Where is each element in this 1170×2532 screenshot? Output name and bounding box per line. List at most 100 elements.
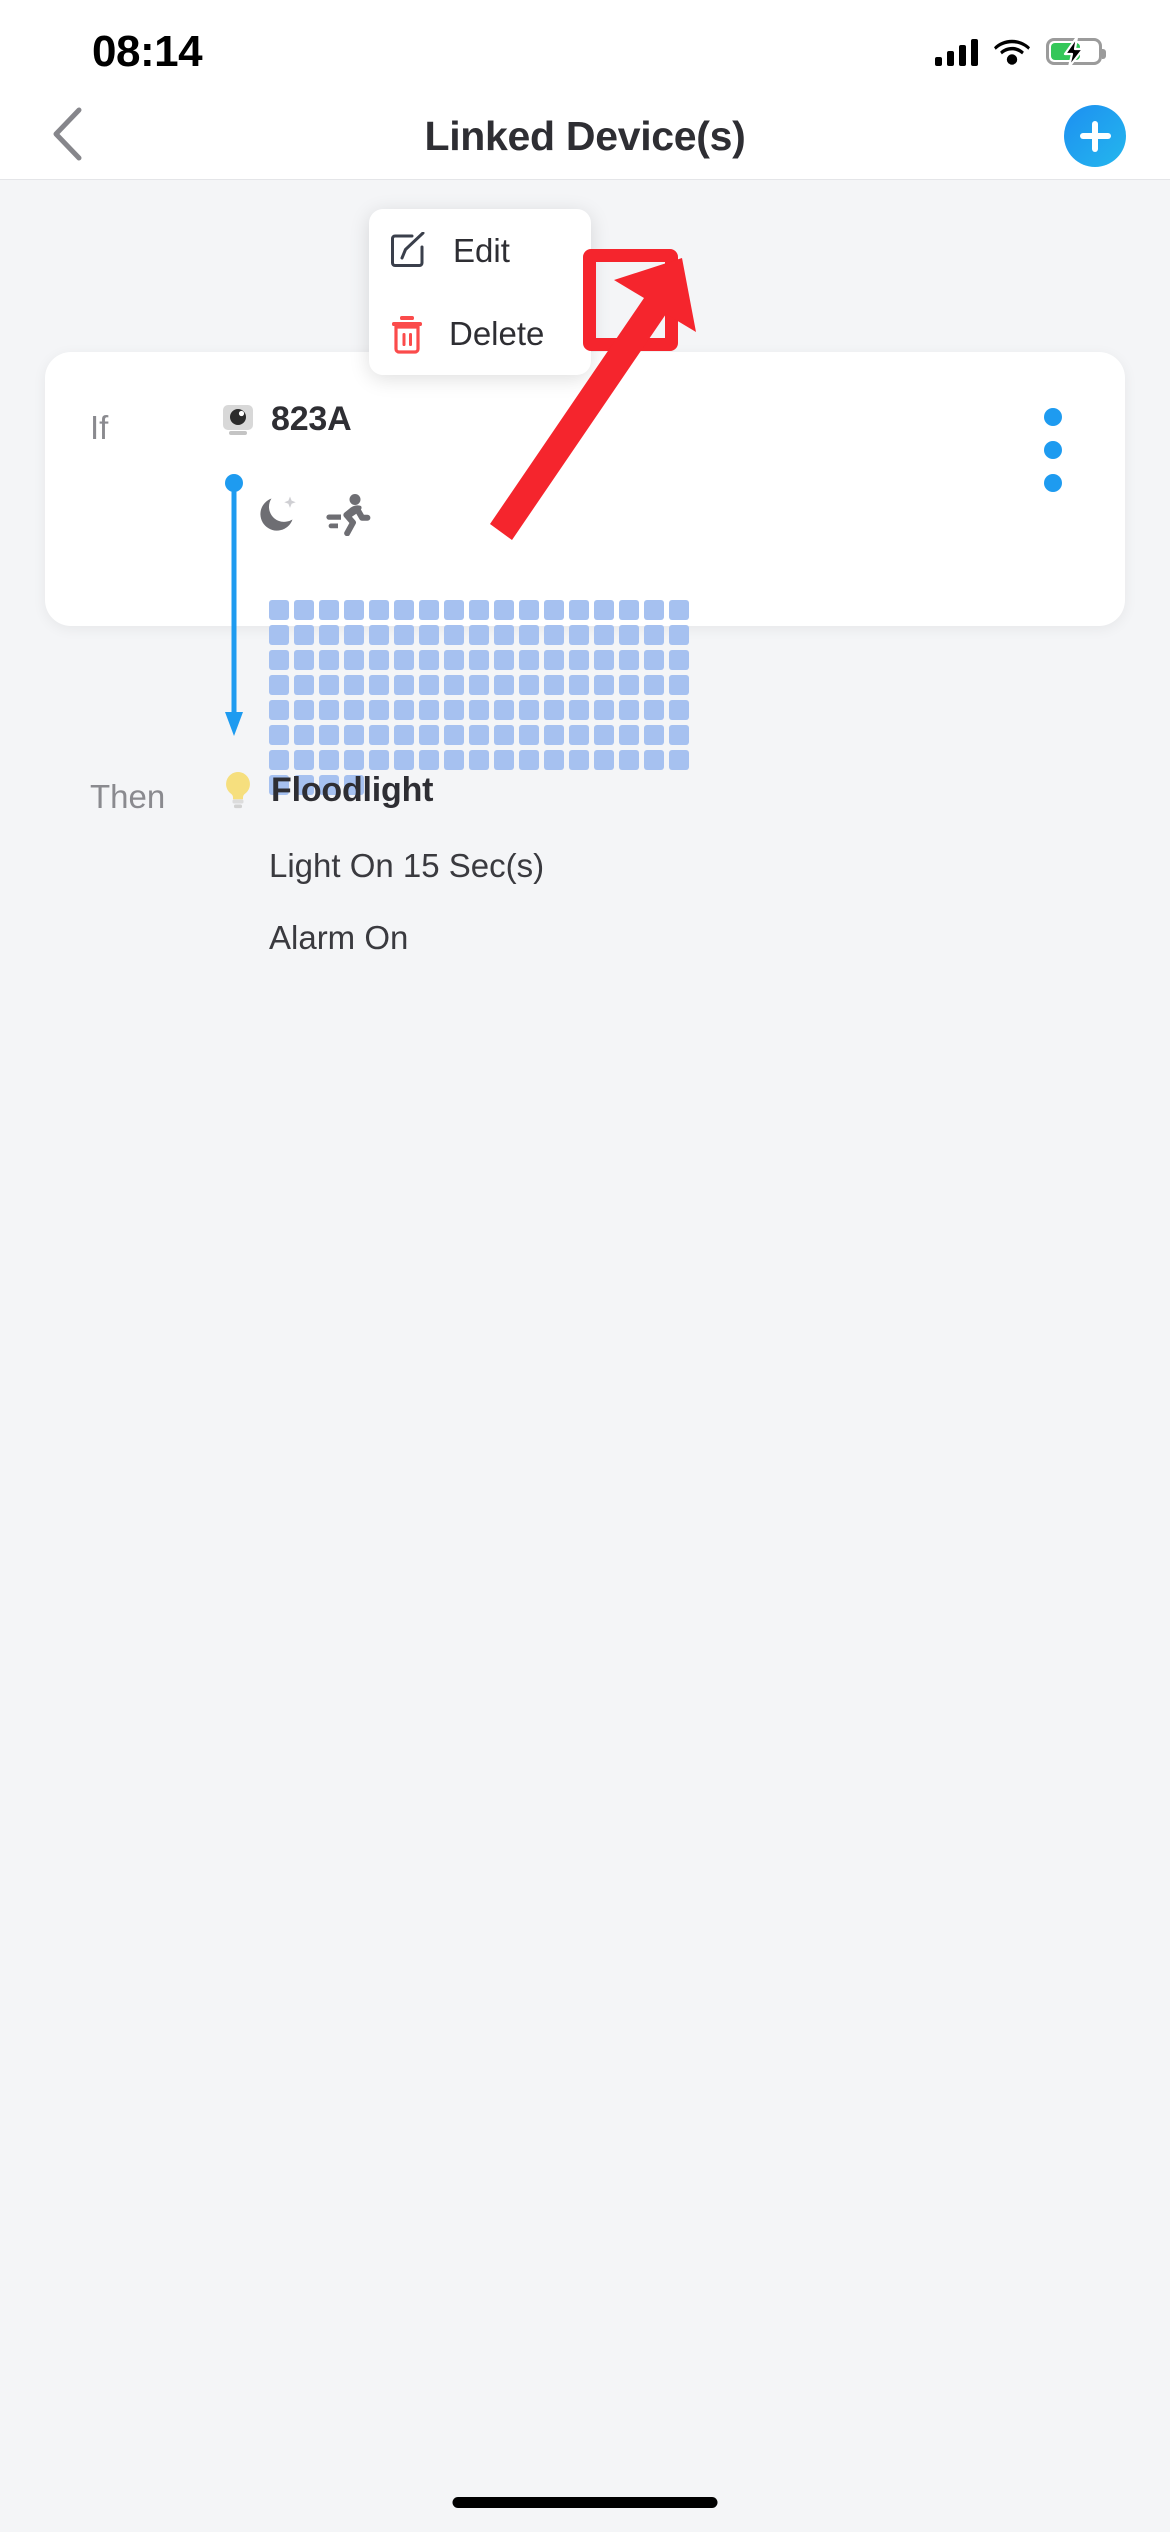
schedule-cell	[269, 700, 289, 720]
schedule-cell	[544, 600, 564, 620]
schedule-cell	[319, 700, 339, 720]
context-menu[interactable]: Edit Delete	[369, 209, 591, 375]
schedule-cell	[644, 700, 664, 720]
schedule-cell	[444, 600, 464, 620]
schedule-cell	[644, 625, 664, 645]
schedule-cell	[419, 675, 439, 695]
schedule-cell	[544, 675, 564, 695]
schedule-cell	[394, 700, 414, 720]
schedule-cell	[494, 750, 514, 770]
schedule-cell	[344, 600, 364, 620]
schedule-cell	[544, 650, 564, 670]
schedule-cell	[469, 700, 489, 720]
schedule-cell	[519, 625, 539, 645]
action-device-row: Floodlight	[221, 770, 433, 810]
schedule-cell	[669, 675, 689, 695]
schedule-cell	[619, 750, 639, 770]
page-title: Linked Device(s)	[424, 112, 746, 159]
schedule-cell	[569, 750, 589, 770]
schedule-cell	[444, 725, 464, 745]
schedule-cell	[294, 700, 314, 720]
schedule-cell	[294, 725, 314, 745]
schedule-cell	[594, 725, 614, 745]
linked-device-rule-card[interactable]: If 823A Then Floodlight Light On 15 Sec(…	[45, 352, 1125, 956]
schedule-cell	[469, 725, 489, 745]
schedule-cell	[519, 700, 539, 720]
schedule-cell	[494, 650, 514, 670]
schedule-cell	[594, 750, 614, 770]
wifi-icon	[994, 38, 1030, 66]
schedule-cell	[269, 675, 289, 695]
schedule-cell	[669, 750, 689, 770]
schedule-cell	[569, 600, 589, 620]
schedule-cell	[369, 675, 389, 695]
schedule-cell	[544, 700, 564, 720]
schedule-cell	[494, 625, 514, 645]
schedule-cell	[669, 700, 689, 720]
if-label: If	[90, 409, 109, 446]
action-line-2: Alarm On	[269, 919, 409, 956]
schedule-cell	[394, 625, 414, 645]
back-button[interactable]	[30, 99, 104, 173]
schedule-cell	[394, 650, 414, 670]
schedule-cell	[319, 600, 339, 620]
schedule-grid	[269, 600, 709, 795]
schedule-cell	[269, 725, 289, 745]
schedule-cell	[594, 600, 614, 620]
schedule-cell	[519, 675, 539, 695]
trash-delete-icon	[390, 314, 424, 354]
schedule-cell	[619, 700, 639, 720]
schedule-cell	[419, 625, 439, 645]
schedule-cell	[569, 650, 589, 670]
schedule-cell	[669, 625, 689, 645]
schedule-cell	[344, 750, 364, 770]
schedule-cell	[444, 675, 464, 695]
schedule-cell	[369, 625, 389, 645]
status-bar: 08:14	[0, 0, 1170, 93]
schedule-cell	[594, 700, 614, 720]
schedule-cell	[569, 675, 589, 695]
schedule-cell	[569, 625, 589, 645]
schedule-cell	[269, 650, 289, 670]
schedule-cell	[294, 750, 314, 770]
schedule-cell	[394, 600, 414, 620]
schedule-cell	[319, 725, 339, 745]
schedule-cell	[519, 750, 539, 770]
schedule-cell	[419, 750, 439, 770]
schedule-cell	[494, 600, 514, 620]
schedule-cell	[294, 600, 314, 620]
schedule-cell	[669, 600, 689, 620]
menu-item-delete[interactable]: Delete	[369, 292, 591, 375]
schedule-cell	[419, 725, 439, 745]
schedule-cell	[469, 675, 489, 695]
status-bar-icons	[935, 36, 1106, 67]
camera-icon	[221, 403, 255, 437]
schedule-cell	[319, 625, 339, 645]
moon-icon	[257, 492, 301, 536]
schedule-cell	[644, 600, 664, 620]
schedule-cell	[519, 600, 539, 620]
status-bar-time: 08:14	[92, 26, 203, 76]
schedule-cell	[294, 625, 314, 645]
schedule-cell	[269, 625, 289, 645]
schedule-cell	[469, 750, 489, 770]
schedule-cell	[519, 725, 539, 745]
schedule-cell	[644, 650, 664, 670]
add-linked-device-button[interactable]	[1064, 105, 1126, 167]
schedule-cell	[644, 675, 664, 695]
schedule-cell	[369, 600, 389, 620]
schedule-cell	[344, 650, 364, 670]
trigger-conditions	[257, 492, 371, 536]
home-indicator	[452, 2497, 718, 2508]
edit-pencil-square-icon	[390, 231, 428, 270]
schedule-cell	[619, 725, 639, 745]
kebab-menu-icon[interactable]	[1043, 408, 1063, 492]
schedule-cell	[294, 675, 314, 695]
schedule-cell	[369, 725, 389, 745]
menu-item-edit[interactable]: Edit	[369, 209, 591, 292]
schedule-cell	[569, 700, 589, 720]
schedule-cell	[444, 625, 464, 645]
schedule-cell	[319, 675, 339, 695]
trigger-device-row: 823A	[221, 400, 352, 439]
schedule-cell	[469, 625, 489, 645]
